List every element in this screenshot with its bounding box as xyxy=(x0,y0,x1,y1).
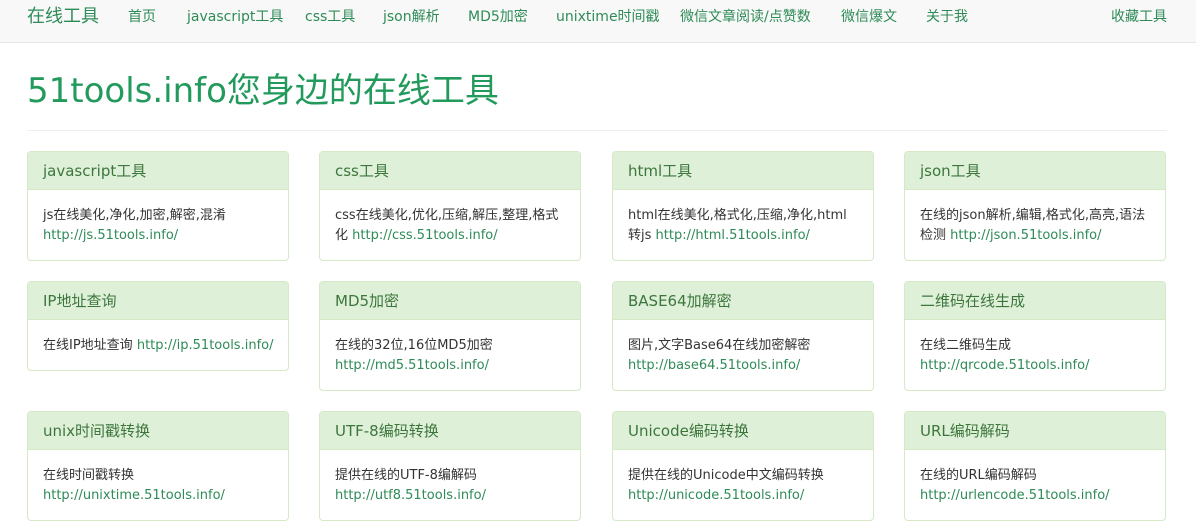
card-body: html在线美化,格式化,压缩,净化,html转js http://html.5… xyxy=(613,190,873,246)
nav-item-json[interactable]: json解析 xyxy=(383,8,440,26)
nav-item-home[interactable]: 首页 xyxy=(128,8,156,26)
card-link[interactable]: http://html.51tools.info/ xyxy=(656,228,810,243)
card-title: css工具 xyxy=(320,152,580,190)
tool-card-unicode: Unicode编码转换 提供在线的Unicode中文编码转换 http://un… xyxy=(612,411,874,521)
card-description: 提供在线的Unicode中文编码转换 xyxy=(628,468,824,483)
card-description: 提供在线的UTF-8编解码 xyxy=(335,468,477,483)
card-body: 在线的URL编码解码 http://urlencode.51tools.info… xyxy=(905,450,1165,506)
card-link[interactable]: http://md5.51tools.info/ xyxy=(335,358,489,373)
brand-link[interactable]: 在线工具 xyxy=(27,6,99,28)
tool-card-qrcode: 二维码在线生成 在线二维码生成 http://qrcode.51tools.in… xyxy=(904,281,1166,391)
tool-card-html: html工具 html在线美化,格式化,压缩,净化,html转js http:/… xyxy=(612,151,874,261)
card-link[interactable]: http://ip.51tools.info/ xyxy=(137,338,274,353)
tool-card-ip: IP地址查询 在线IP地址查询 http://ip.51tools.info/ xyxy=(27,281,289,371)
card-description: 在线的32位,16位MD5加密 xyxy=(335,338,493,353)
top-navbar: 在线工具 首页 javascript工具 css工具 json解析 MD5加密 … xyxy=(0,0,1196,43)
card-body: 图片,文字Base64在线加密解密 http://base64.51tools.… xyxy=(613,320,873,376)
tool-card-md5: MD5加密 在线的32位,16位MD5加密 http://md5.51tools… xyxy=(319,281,581,391)
tool-card-json: json工具 在线的json解析,编辑,格式化,高亮,语法检测 http://j… xyxy=(904,151,1166,261)
card-description: 在线的URL编码解码 xyxy=(920,468,1037,483)
nav-item-about[interactable]: 关于我 xyxy=(926,8,968,26)
tool-card-utf8: UTF-8编码转换 提供在线的UTF-8编解码 http://utf8.51to… xyxy=(319,411,581,521)
card-description: js在线美化,净化,加密,解密,混淆 xyxy=(43,208,226,223)
nav-item-bookmark[interactable]: 收藏工具 xyxy=(1111,8,1167,26)
tool-card-urlencode: URL编码解码 在线的URL编码解码 http://urlencode.51to… xyxy=(904,411,1166,521)
card-body: css在线美化,优化,压缩,解压,整理,格式化 http://css.51too… xyxy=(320,190,580,246)
card-link[interactable]: http://json.51tools.info/ xyxy=(950,228,1101,243)
card-description: 在线二维码生成 xyxy=(920,338,1012,353)
card-title: MD5加密 xyxy=(320,282,580,320)
card-body: 在线二维码生成 http://qrcode.51tools.info/ xyxy=(905,320,1165,376)
card-link[interactable]: http://base64.51tools.info/ xyxy=(628,358,800,373)
card-title: BASE64加解密 xyxy=(613,282,873,320)
nav-item-wechat-read[interactable]: 微信文章阅读/点赞数 xyxy=(680,8,811,26)
nav-item-css[interactable]: css工具 xyxy=(305,8,355,26)
card-title: json工具 xyxy=(905,152,1165,190)
card-description: 在线IP地址查询 xyxy=(43,338,133,353)
card-title: UTF-8编码转换 xyxy=(320,412,580,450)
nav-item-javascript[interactable]: javascript工具 xyxy=(187,8,283,26)
card-title: Unicode编码转换 xyxy=(613,412,873,450)
card-description: 图片,文字Base64在线加密解密 xyxy=(628,338,811,353)
card-title: html工具 xyxy=(613,152,873,190)
card-title: IP地址查询 xyxy=(28,282,288,320)
title-divider xyxy=(27,130,1167,131)
card-body: 提供在线的UTF-8编解码 http://utf8.51tools.info/ xyxy=(320,450,580,506)
card-body: 在线时间戳转换 http://unixtime.51tools.info/ xyxy=(28,450,288,506)
tool-card-base64: BASE64加解密 图片,文字Base64在线加密解密 http://base6… xyxy=(612,281,874,391)
card-body: js在线美化,净化,加密,解密,混淆 http://js.51tools.inf… xyxy=(28,190,288,246)
card-link[interactable]: http://utf8.51tools.info/ xyxy=(335,488,486,503)
tool-card-unixtime: unix时间戳转换 在线时间戳转换 http://unixtime.51tool… xyxy=(27,411,289,521)
card-link[interactable]: http://js.51tools.info/ xyxy=(43,228,178,243)
card-body: 提供在线的Unicode中文编码转换 http://unicode.51tool… xyxy=(613,450,873,506)
card-title: URL编码解码 xyxy=(905,412,1165,450)
card-link[interactable]: http://unicode.51tools.info/ xyxy=(628,488,804,503)
tool-card-css: css工具 css在线美化,优化,压缩,解压,整理,格式化 http://css… xyxy=(319,151,581,261)
card-title: 二维码在线生成 xyxy=(905,282,1165,320)
card-title: unix时间戳转换 xyxy=(28,412,288,450)
page-title: 51tools.info您身边的在线工具 xyxy=(27,71,499,111)
card-body: 在线的json解析,编辑,格式化,高亮,语法检测 http://json.51t… xyxy=(905,190,1165,246)
card-link[interactable]: http://qrcode.51tools.info/ xyxy=(920,358,1089,373)
nav-item-wechat-hot[interactable]: 微信爆文 xyxy=(841,8,897,26)
card-link[interactable]: http://urlencode.51tools.info/ xyxy=(920,488,1110,503)
card-body: 在线的32位,16位MD5加密 http://md5.51tools.info/ xyxy=(320,320,580,376)
card-title: javascript工具 xyxy=(28,152,288,190)
nav-item-md5[interactable]: MD5加密 xyxy=(468,8,528,26)
nav-item-unixtime[interactable]: unixtime时间戳 xyxy=(556,8,660,26)
card-body: 在线IP地址查询 http://ip.51tools.info/ xyxy=(28,320,288,356)
card-description: 在线时间戳转换 xyxy=(43,468,135,483)
tool-card-javascript: javascript工具 js在线美化,净化,加密,解密,混淆 http://j… xyxy=(27,151,289,261)
card-link[interactable]: http://css.51tools.info/ xyxy=(352,228,497,243)
card-link[interactable]: http://unixtime.51tools.info/ xyxy=(43,488,225,503)
